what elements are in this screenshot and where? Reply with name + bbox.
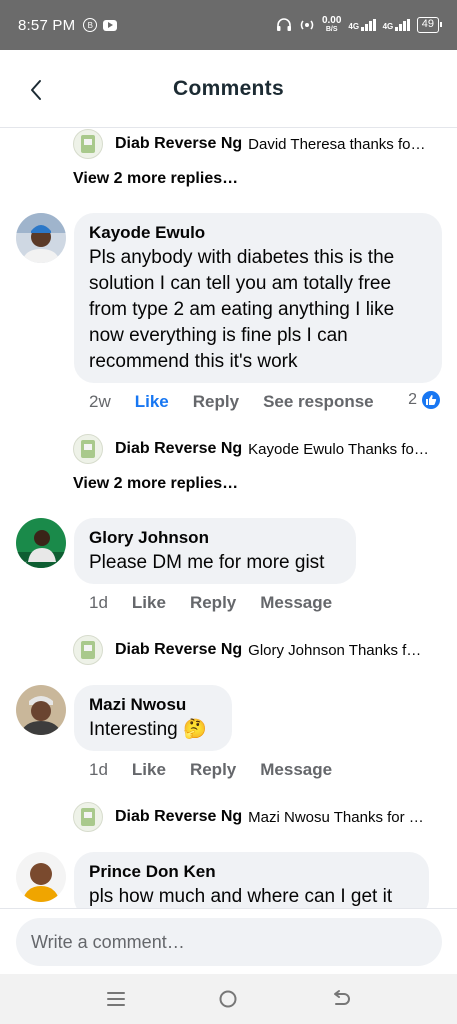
message-button[interactable]: Message [260, 760, 332, 780]
reply-preview[interactable]: Diab Reverse Ng Glory Johnson Thanks f… [73, 635, 443, 665]
reply-button[interactable]: Reply [190, 760, 236, 780]
reaction-count: 2 [408, 391, 417, 408]
view-more-replies[interactable]: View 2 more replies… [73, 170, 238, 188]
youtube-icon [103, 19, 118, 31]
menu-icon [107, 992, 126, 1006]
hotspot-icon [300, 20, 314, 30]
reply-snippet: Glory Johnson Thanks f… [248, 641, 422, 659]
battery-icon: 49 [416, 17, 443, 33]
page-title: Comments [173, 76, 284, 100]
comment-text-line: Please DM me for more gist [89, 552, 325, 573]
comment-text-line: Interesting 🤔 [89, 719, 207, 740]
reply-button[interactable]: Reply [193, 392, 239, 412]
headset-icon [276, 18, 291, 31]
svg-text:~: ~ [22, 559, 27, 566]
like-button[interactable]: Like [132, 760, 166, 780]
comment-author[interactable]: Prince Don Ken [89, 860, 413, 884]
reply-button[interactable]: Reply [190, 593, 236, 613]
comments-list[interactable]: Diab Reverse Ng David Theresa thanks fo…… [0, 128, 457, 908]
network-label-1: 4G [348, 22, 360, 31]
page-avatar [73, 129, 103, 159]
home-circle-icon [219, 990, 237, 1008]
comment-text-line: recommend this it's work [89, 351, 298, 372]
comment-text-line: solution I can tell you am totally free [89, 273, 392, 294]
page-avatar [73, 802, 103, 832]
view-more-replies[interactable]: View 2 more replies… [73, 475, 238, 493]
comment-actions: 1d Like Reply Message [89, 593, 356, 613]
reply-preview[interactable]: Diab Reverse Ng Kayode Ewulo Thanks fo… [73, 434, 443, 464]
comment-bubble[interactable]: Glory Johnson Please DM me for more gist [74, 518, 356, 584]
thumbs-up-icon [421, 390, 441, 410]
comment-text-line: Pls anybody with diabetes this is the [89, 247, 395, 268]
comment-time: 1d [89, 593, 108, 612]
comment-composer-bar: Write a comment… [0, 908, 457, 974]
avatar[interactable] [16, 685, 66, 735]
comment-actions: 2w Like Reply See response [89, 392, 398, 412]
home-button[interactable] [208, 979, 248, 1019]
data-rate-unit: B/S [325, 26, 338, 33]
reply-preview[interactable]: Diab Reverse Ng David Theresa thanks fo… [73, 129, 443, 159]
system-nav-bar [0, 974, 457, 1024]
reply-preview[interactable]: Diab Reverse Ng Mazi Nwosu Thanks for … [73, 802, 443, 832]
reply-snippet: David Theresa thanks fo… [248, 135, 426, 153]
chevron-left-icon [31, 80, 41, 100]
signal-icon [361, 19, 376, 31]
comment-actions: 1d Like Reply Message [89, 760, 356, 780]
reply-snippet: Kayode Ewulo Thanks fo… [248, 440, 429, 458]
page-avatar [73, 635, 103, 665]
comment-author[interactable]: Kayode Ewulo [89, 221, 426, 245]
avatar[interactable] [16, 852, 66, 902]
comment-bubble[interactable]: Kayode Ewulo Pls anybody with diabetes t… [74, 213, 442, 383]
comments-header: Comments [0, 50, 457, 128]
back-arrow-icon [333, 990, 350, 1005]
reply-author: Diab Reverse Ng [115, 641, 243, 658]
comment-bubble[interactable]: Prince Don Ken pls how much and where ca… [74, 852, 429, 908]
like-button[interactable]: Like [135, 392, 169, 412]
reply-author: Diab Reverse Ng [115, 440, 243, 457]
comment-time: 2w [89, 392, 111, 411]
comment-text-line: now everything is fine pls I can [89, 325, 348, 346]
reaction-summary[interactable]: 2 [408, 390, 441, 410]
avatar[interactable] [16, 213, 66, 263]
menu-button[interactable] [96, 979, 136, 1019]
reply-author: Diab Reverse Ng [115, 808, 243, 825]
comment-author[interactable]: Mazi Nwosu [89, 693, 216, 717]
status-bar: 8:57 PM B 0.00 B/S 4G 4G 49 [0, 0, 457, 50]
back-button[interactable] [22, 76, 50, 104]
signal-icon [395, 19, 410, 31]
back-nav-button[interactable] [321, 979, 361, 1019]
comment-bubble[interactable]: Mazi Nwosu Interesting 🤔 [74, 685, 232, 751]
page-avatar [73, 434, 103, 464]
comment-author[interactable]: Glory Johnson [89, 526, 340, 550]
message-button[interactable]: Message [260, 593, 332, 613]
comment-input[interactable]: Write a comment… [16, 918, 442, 966]
see-response-button[interactable]: See response [263, 392, 374, 412]
b-circle-icon: B [83, 18, 98, 32]
status-time: 8:57 PM [18, 16, 76, 34]
reply-snippet: Mazi Nwosu Thanks for … [248, 808, 424, 826]
comment-text-line: from type 2 am eating anything I like [89, 299, 395, 320]
comment-text-line: pls how much and where can I get it [89, 886, 393, 907]
reply-author: Diab Reverse Ng [115, 135, 243, 152]
like-button[interactable]: Like [132, 593, 166, 613]
network-label-2: 4G [382, 22, 394, 31]
avatar[interactable]: ~ [16, 518, 66, 568]
comment-time: 1d [89, 760, 108, 779]
data-rate-value: 0.00 [321, 15, 342, 26]
